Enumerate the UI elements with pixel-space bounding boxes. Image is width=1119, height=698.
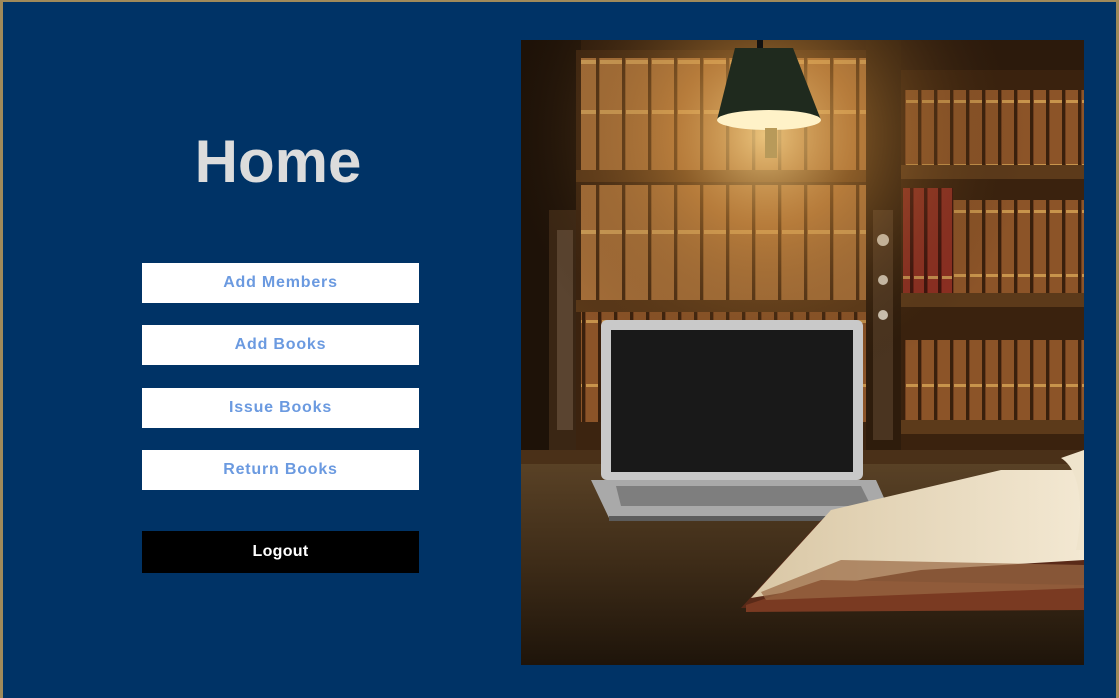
return-books-button[interactable]: Return Books [142, 450, 419, 490]
issue-books-button[interactable]: Issue Books [142, 388, 419, 428]
add-books-button[interactable]: Add Books [142, 325, 419, 365]
add-members-button[interactable]: Add Members [142, 263, 419, 303]
library-photo [521, 40, 1084, 665]
home-window: Home Add Members Add Books Issue Books R… [3, 2, 1116, 698]
logout-button[interactable]: Logout [142, 531, 419, 573]
page-title: Home [194, 128, 362, 195]
